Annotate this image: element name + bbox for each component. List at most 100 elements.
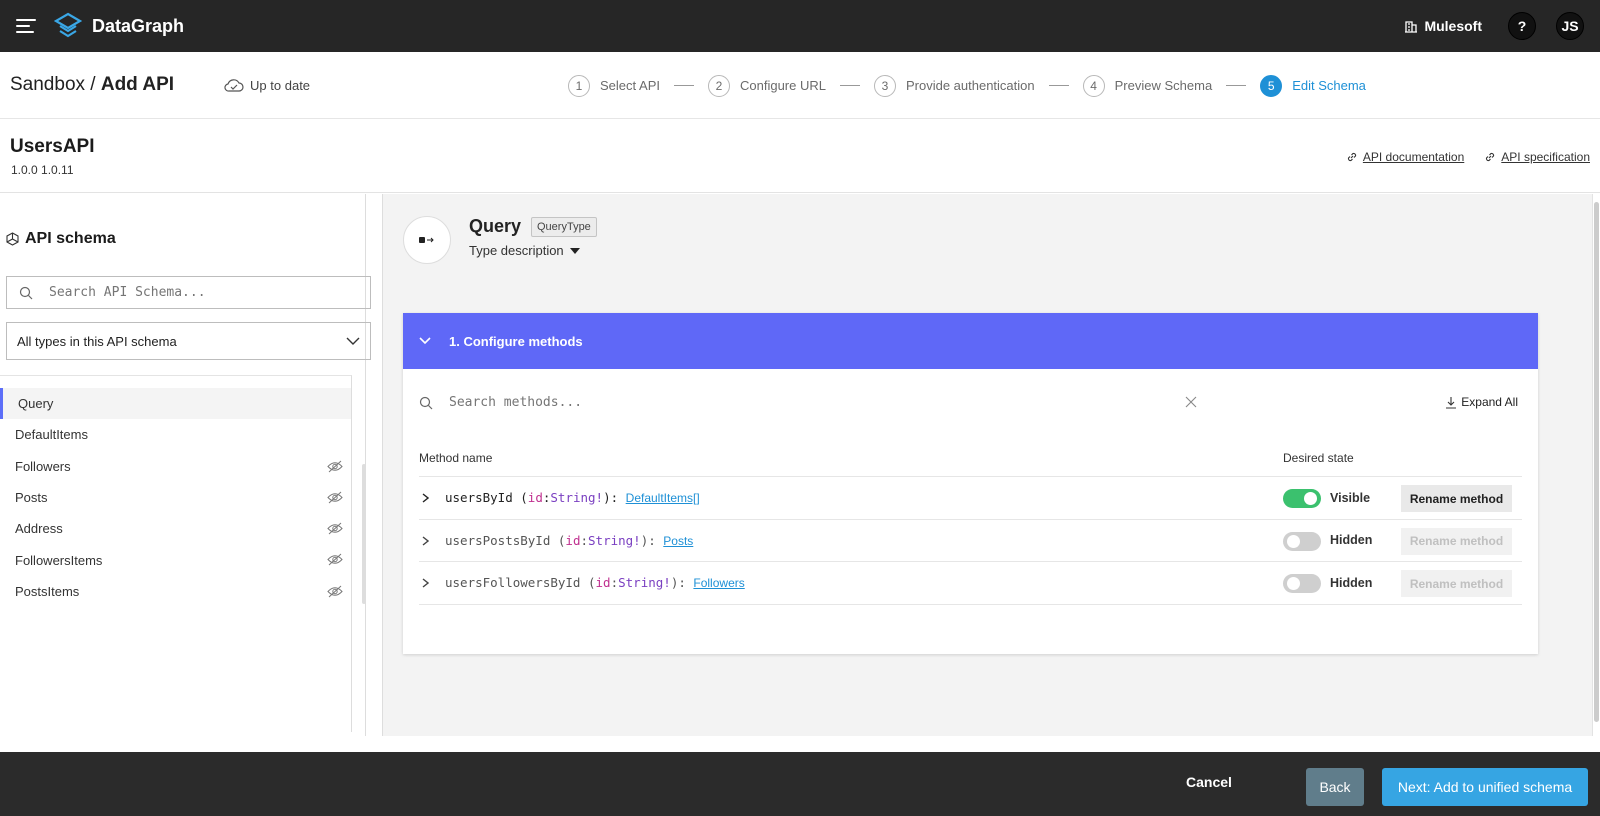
menu-icon[interactable] [16, 19, 36, 33]
org-switcher[interactable]: Mulesoft [1404, 18, 1482, 34]
link-text: API specification [1501, 150, 1590, 164]
type-filter-select[interactable]: All types in this API schema [6, 322, 371, 360]
api-documentation-link[interactable]: API documentation [1346, 150, 1464, 164]
method-arg-type: String! [618, 575, 671, 591]
eye-slash-icon[interactable] [327, 585, 343, 598]
method-arg: id [595, 575, 611, 591]
method-arg-type: String! [588, 532, 641, 548]
table-row: usersPostsById (id:String!): Posts Hidde… [419, 520, 1522, 562]
api-specification-link[interactable]: API specification [1484, 150, 1590, 164]
visibility-toggle[interactable] [1283, 531, 1321, 551]
eye-slash-icon[interactable] [327, 522, 343, 535]
panel-header[interactable]: 1. Configure methods [403, 313, 1538, 369]
org-name: Mulesoft [1424, 18, 1482, 34]
back-button[interactable]: Back [1306, 768, 1364, 806]
step-number: 3 [873, 74, 896, 97]
eye-slash-icon[interactable] [327, 460, 343, 473]
rename-method-button[interactable]: Rename method [1401, 570, 1512, 597]
signature-colon: : [580, 532, 589, 548]
breadcrumb-parent[interactable]: Sandbox / [10, 74, 96, 95]
step-configure-url[interactable]: 2 Configure URL [707, 74, 826, 97]
schema-icon [6, 232, 19, 246]
step-label: Provide authentication [905, 78, 1035, 93]
sidebar-item-defaultitems[interactable]: DefaultItems [0, 419, 351, 450]
cancel-button[interactable]: Cancel [1186, 774, 1232, 790]
signature-close: ): [640, 532, 664, 548]
sidebar-item-label: PostsItems [15, 583, 80, 599]
step-divider [1226, 85, 1247, 86]
building-icon [1405, 21, 1418, 33]
search-icon [419, 396, 433, 409]
main-scrollbar[interactable] [1592, 194, 1600, 736]
type-description-toggle[interactable]: Type description [469, 243, 580, 258]
sidebar-item-followersitems[interactable]: FollowersItems [0, 544, 351, 575]
sidebar-item-address[interactable]: Address [0, 513, 351, 544]
method-signature: usersPostsById (id:String!): Posts [445, 533, 693, 548]
api-name: UsersAPI [10, 136, 95, 157]
method-signature: usersFollowersById (id:String!): Followe… [445, 575, 745, 590]
avatar[interactable]: JS [1556, 12, 1584, 40]
sync-status-text: Up to date [250, 77, 311, 93]
step-preview-schema[interactable]: 4 Preview Schema [1082, 74, 1213, 97]
chevron-right-icon[interactable] [422, 493, 429, 503]
help-button[interactable]: ? [1508, 12, 1536, 40]
method-arg: id [565, 532, 581, 548]
expand-all-button[interactable]: Expand All [1445, 395, 1518, 409]
return-type-link[interactable]: DefaultItems[] [626, 491, 700, 505]
step-number: 1 [568, 74, 590, 97]
link-icon [1486, 152, 1495, 162]
cloud-check-icon [224, 79, 244, 92]
link-icon [1347, 152, 1356, 162]
method-name: usersFollowersById [445, 575, 581, 591]
signature-open: ( [580, 575, 596, 591]
step-number: 4 [1082, 74, 1105, 97]
close-icon[interactable] [1185, 396, 1197, 408]
methods-search-input[interactable] [449, 395, 1149, 410]
configure-methods-panel: 1. Configure methods Expand All Method n… [403, 313, 1538, 654]
step-edit-schema[interactable]: 5 Edit Schema [1260, 74, 1366, 97]
link-text: API documentation [1362, 150, 1465, 164]
sidebar-title-text: API schema [25, 230, 116, 247]
rename-method-button[interactable]: Rename method [1401, 485, 1512, 512]
step-label: Select API [600, 78, 660, 93]
sidebar-item-query[interactable]: Query [0, 388, 351, 420]
sidebar-item-posts[interactable]: Posts [0, 482, 351, 513]
chevron-right-icon[interactable] [422, 578, 429, 588]
step-bar: Sandbox / Add API Up to date 1 Select API… [0, 52, 1600, 119]
schema-type-list: Query DefaultItems Followers Posts Addre… [0, 375, 352, 732]
visibility-toggle[interactable] [1283, 489, 1321, 508]
next-button[interactable]: Next: Add to unified schema [1382, 768, 1588, 806]
step-select-api[interactable]: 1 Select API [568, 74, 660, 97]
sidebar-item-followers[interactable]: Followers [0, 451, 351, 482]
method-name: usersPostsById [445, 532, 551, 548]
datagraph-logo-icon [54, 12, 82, 38]
scrollbar-thumb[interactable] [1594, 202, 1599, 722]
rename-method-button[interactable]: Rename method [1401, 527, 1512, 555]
sidebar-item-label: Query [18, 396, 54, 412]
step-provide-authentication[interactable]: 3 Provide authentication [873, 74, 1035, 97]
visibility-toggle[interactable] [1283, 574, 1321, 593]
schema-search-input[interactable] [49, 285, 349, 300]
footer-spacer [0, 736, 1600, 752]
signature-open: ( [550, 532, 566, 548]
sync-status: Up to date [224, 78, 310, 93]
caret-down-icon [569, 247, 580, 254]
method-signature: usersById (id:String!): DefaultItems[] [445, 490, 700, 505]
sidebar-item-label: Posts [15, 490, 48, 506]
return-type-link[interactable]: Posts [663, 534, 693, 548]
schema-search-box [6, 276, 371, 309]
signature-close: ): [670, 575, 694, 591]
step-divider [1048, 85, 1069, 86]
eye-slash-icon[interactable] [327, 553, 343, 566]
brand-name: DataGraph [92, 15, 185, 36]
eye-slash-icon[interactable] [327, 491, 343, 504]
step-label: Edit Schema [1292, 78, 1366, 93]
return-type-link[interactable]: Followers [693, 576, 744, 590]
sidebar-scrollbar[interactable] [362, 464, 366, 604]
step-label: Configure URL [739, 78, 826, 93]
sidebar-item-postsitems[interactable]: PostsItems [0, 576, 351, 607]
step-label: Preview Schema [1114, 78, 1213, 93]
methods-search-box [419, 395, 1209, 410]
breadcrumb-current: Add API [100, 74, 175, 95]
chevron-right-icon[interactable] [422, 535, 429, 546]
